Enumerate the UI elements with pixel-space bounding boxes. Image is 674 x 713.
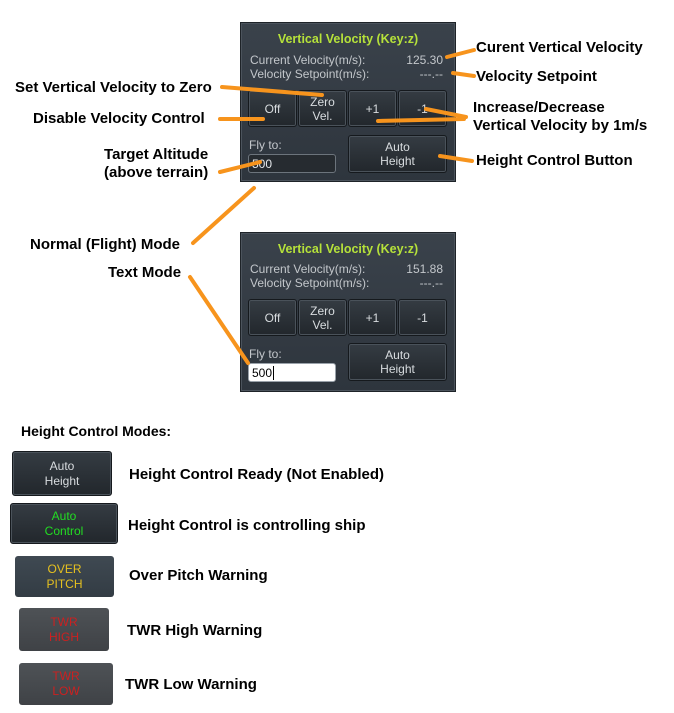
callout-zero: Set Vertical Velocity to Zero <box>15 79 212 96</box>
mode-desc-controlling: Height Control is controlling ship <box>128 517 366 534</box>
arrow-height-button <box>438 154 474 163</box>
arrow-setpoint <box>451 71 476 78</box>
modes-heading: Height Control Modes: <box>21 423 172 439</box>
callout-text-mode: Text Mode <box>108 264 182 281</box>
callout-normal-mode: Normal (Flight) Mode <box>30 236 180 253</box>
arrow-current-velocity <box>445 48 476 59</box>
mode-over-pitch-warning: OVER PITCH <box>15 556 114 597</box>
arrow-plus <box>376 117 466 123</box>
mode-twr-high-warning: TWR HIGH <box>19 608 109 651</box>
callout-height-button: Height Control Button <box>476 152 633 169</box>
mode-auto-control-active: Auto Control <box>10 503 118 544</box>
arrow-zero <box>220 85 324 97</box>
mode-desc-ready: Height Control Ready (Not Enabled) <box>129 466 384 483</box>
callout-target-altitude: Target Altitude (above terrain) <box>104 146 209 181</box>
arrow-minus <box>424 107 468 119</box>
mode-desc-twr-low: TWR Low Warning <box>125 676 257 693</box>
callout-increase-decrease: Increase/Decrease Vertical Velocity by 1m… <box>473 99 648 134</box>
mode-auto-height-ready: Auto Height <box>12 451 112 496</box>
arrow-target-altitude <box>218 160 262 174</box>
callout-current-velocity: Curent Vertical Velocity <box>476 39 643 56</box>
mode-desc-over-pitch: Over Pitch Warning <box>129 567 268 584</box>
callout-disable: Disable Velocity Control <box>33 110 205 127</box>
callout-setpoint: Velocity Setpoint <box>476 68 597 85</box>
mode-twr-low-warning: TWR LOW <box>19 663 113 705</box>
mode-desc-twr-high: TWR High Warning <box>127 622 263 639</box>
arrow-normal-mode <box>191 186 256 245</box>
arrow-text-mode <box>188 275 250 365</box>
